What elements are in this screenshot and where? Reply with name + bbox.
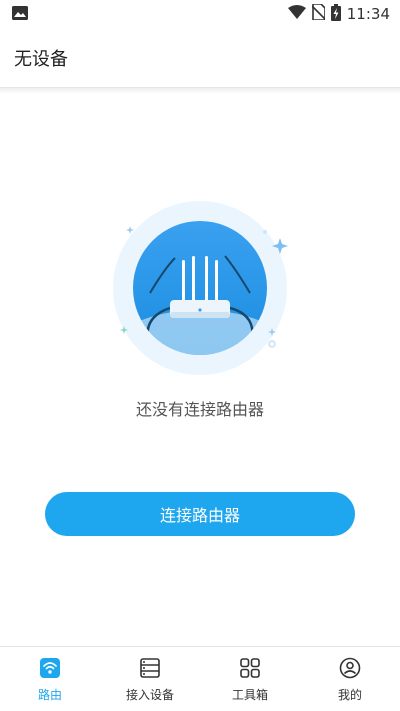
- tab-toolbox[interactable]: 工具箱: [200, 647, 300, 711]
- status-bar: 11:34: [0, 0, 400, 28]
- tab-router-label: 路由: [37, 688, 62, 702]
- router-icon: [39, 657, 61, 683]
- empty-state-message: 还没有连接路由器: [135, 400, 264, 419]
- status-left: [12, 5, 28, 24]
- page-title: 无设备: [14, 48, 68, 70]
- tab-devices[interactable]: 接入设备: [100, 647, 200, 711]
- tab-profile-label: 我的: [337, 688, 362, 702]
- tab-devices-label: 接入设备: [125, 688, 174, 702]
- router-illustration: [110, 198, 300, 378]
- gallery-icon: [12, 5, 28, 24]
- status-time: 11:34: [346, 5, 390, 23]
- connect-router-button-label: 连接路由器: [159, 506, 240, 525]
- app-bar-shadow: [0, 88, 400, 94]
- status-right: 11:34: [287, 3, 390, 25]
- app-bar: 无设备: [0, 28, 400, 88]
- no-sim-icon: [311, 3, 326, 24]
- tab-router[interactable]: 路由: [0, 647, 100, 711]
- toolbox-icon: [239, 657, 261, 683]
- devices-icon: [139, 657, 161, 683]
- profile-icon: [339, 657, 361, 683]
- bottom-tab-bar: 路由 接入设备 工具箱 我的: [0, 646, 400, 711]
- connect-router-button[interactable]: 连接路由器: [45, 492, 355, 536]
- wifi-icon: [287, 5, 306, 23]
- battery-charging-icon: [330, 3, 341, 25]
- tab-toolbox-label: 工具箱: [231, 688, 268, 702]
- tab-profile[interactable]: 我的: [300, 647, 400, 711]
